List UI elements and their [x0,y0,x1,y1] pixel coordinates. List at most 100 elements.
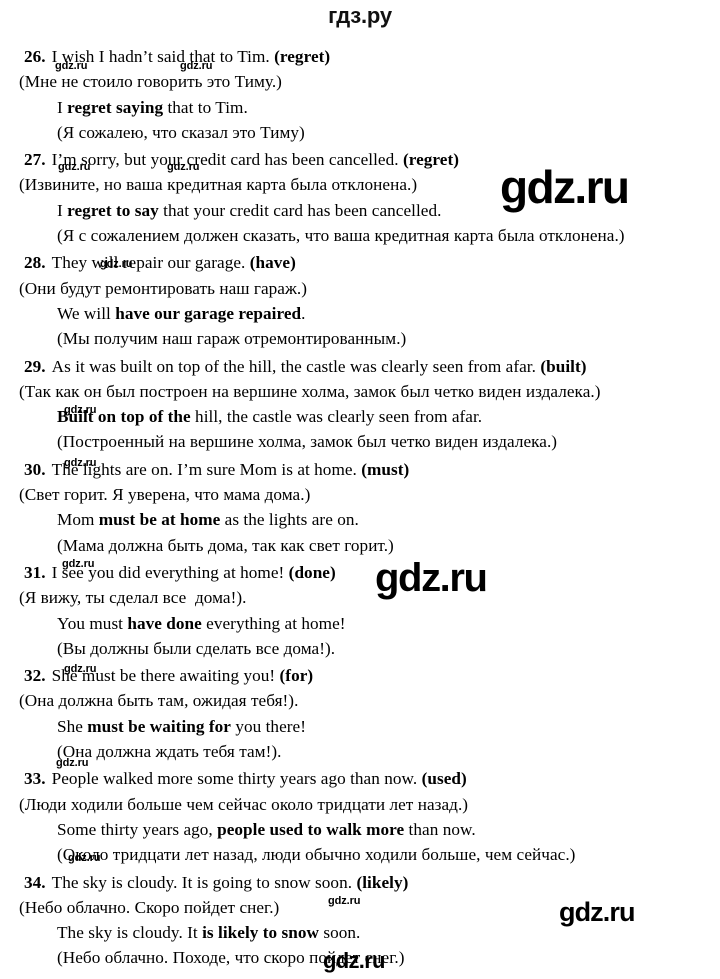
exercise-prompt-text: I’m sorry, but your credit card has been… [51,150,399,170]
answer-text: that your credit card has been cancelled… [158,200,442,220]
answer-text: We will [57,303,116,323]
answer-key-phrase: regret to say [67,200,159,220]
exercise-item: 26. I wish I hadn’t said that to Tim. (re… [0,44,720,145]
answer-key-phrase: Built on top of the [57,407,191,427]
exercise-cue-word: (must) [361,459,410,479]
exercise-answer-translation: (Построенный на вершине холма, замок был… [57,432,558,452]
exercise-answer-translation: (Вы должны были сделать все дома!). [57,638,336,658]
exercise-item: 30. The lights are on. I’m sure Mom is at… [0,457,720,558]
exercise-source-translation: (Свет горит. Я уверена, что мама дома.) [19,485,311,505]
answer-text: hill, the castle was clearly seen from a… [190,407,483,427]
exercise-number: 31. [24,562,46,582]
exercise-item: 29. As it was built on top of the hill, t… [0,354,720,455]
exercise-number: 26. [24,47,46,66]
exercise-number: 28. [24,253,46,273]
answer-key-phrase: must be waiting for [87,716,231,736]
exercise-answer-translation: (Она должна ждать тебя там!). [57,742,282,762]
exercise-prompt-text: The sky is cloudy. It is going to snow s… [51,872,353,892]
exercise-prompt-line: 28. They will repair our garage. (have) [0,250,720,275]
exercise-answer-line: I regret saying that to Tim. [0,95,720,120]
exercise-cue-word: (for) [279,666,314,686]
exercise-prompt-line: 29. As it was built on top of the hill, t… [0,354,720,379]
exercise-item: 32. She must be there awaiting you! (for)… [0,663,720,764]
exercise-source-translation: (Извините, но ваша кредитная карта была … [19,175,418,195]
exercise-answer-translation: (Мы получим наш гараж отремонтированным.… [57,329,407,349]
exercise-source-translation: (Люди ходили больше чем сейчас около три… [19,794,469,814]
exercise-source-translation: (Они будут ремонтировать наш гараж.) [19,278,308,298]
exercise-cue-word: (likely) [356,872,409,892]
exercise-number: 32. [24,666,46,686]
answer-text: soon. [319,923,361,943]
exercise-prompt-line: 33. People walked more some thirty years … [0,766,720,791]
site-logo: гдз.ру [328,3,392,28]
exercise-item: 27. I’m sorry, but your credit card has b… [0,147,720,248]
exercise-answer-line: She must be waiting for you there! [0,714,720,739]
exercise-prompt-line: 30. The lights are on. I’m sure Mom is at… [0,457,720,482]
exercise-source-translation: (Я вижу, ты сделал все дома!). [19,588,247,608]
exercise-prompt-text: People walked more some thirty years ago… [51,769,418,789]
exercise-source-translation: (Она должна быть там, ожидая тебя!). [19,691,299,711]
exercise-prompt-text: The lights are on. I’m sure Mom is at ho… [51,459,357,479]
exercise-source-translation: (Небо облачно. Скоро пойдет снег.) [19,897,280,917]
exercise-answer-line: I regret to say that your credit card ha… [0,198,720,223]
exercise-answer-translation: (Я с сожалением должен сказать, что ваша… [57,226,625,246]
exercise-answer-line: You must have done everything at home! [0,611,720,636]
exercise-list: 26. I wish I hadn’t said that to Tim. (re… [0,44,720,973]
answer-text: I [57,200,68,220]
answer-key-phrase: have our garage repaired [115,303,302,323]
exercise-answer-translation: (Около тридцати лет назад, люди обычно х… [57,845,576,865]
site-header: гдз.ру [0,0,720,32]
exercise-item: 34. The sky is cloudy. It is going to sno… [0,870,720,971]
exercise-answer-line: Some thirty years ago, people used to wa… [0,817,720,842]
exercise-number: 27. [24,150,46,170]
answer-text: I [57,97,68,117]
exercise-prompt-text: They will repair our garage. [51,253,246,273]
exercise-cue-word: (used) [421,769,467,789]
answer-text: than now. [404,819,476,839]
exercise-answer-line: The sky is cloudy. It is likely to snow … [0,920,720,945]
exercise-prompt-text: She must be there awaiting you! [51,666,276,686]
exercise-source-translation: (Мне не стоило говорить это Тиму.) [19,72,282,92]
exercise-cue-word: (done) [288,562,336,582]
exercise-prompt-text: As it was built on top of the hill, the … [51,356,536,376]
exercise-answer-translation: (Мама должна быть дома, так как свет гор… [57,535,394,555]
exercise-answer-line: We will have our garage repaired. [0,301,720,326]
answer-key-phrase: is likely to snow [202,923,319,943]
exercise-cue-word: (have) [249,253,296,273]
answer-text: She [57,716,88,736]
exercise-source-translation: (Так как он был построен на вершине холм… [19,381,601,401]
answer-text: you there! [230,716,306,736]
exercise-answer-translation: (Небо облачно. Походе, что скоро пойдет … [57,948,405,968]
exercise-item: 31. I see you did everything at home! (do… [0,560,720,661]
answer-text: The sky is cloudy. It [57,923,203,943]
exercise-cue-word: (built) [540,356,587,376]
answer-key-phrase: regret saying [67,97,164,117]
exercise-answer-translation: (Я сожалею, что сказал это Тиму) [57,122,305,142]
answer-text: as the lights are on. [220,510,359,530]
exercise-answer-line: Mom must be at home as the lights are on… [0,507,720,532]
exercise-prompt-line: 32. She must be there awaiting you! (for) [0,663,720,688]
answer-text: You must [57,613,128,633]
exercise-cue-word: (regret) [402,150,460,170]
exercise-answer-line: Built on top of the hill, the castle was… [0,404,720,429]
answer-text: Mom [57,510,99,530]
exercise-cue-word: (regret) [274,47,331,66]
answer-text: that to Tim. [163,97,248,117]
exercise-prompt-line: 26. I wish I hadn’t said that to Tim. (re… [0,44,720,69]
answer-key-phrase: must be at home [98,510,221,530]
answer-text: Some thirty years ago, [57,819,218,839]
exercise-prompt-line: 31. I see you did everything at home! (do… [0,560,720,585]
exercise-item: 28. They will repair our garage. (have) (О… [0,250,720,351]
exercise-prompt-line: 34. The sky is cloudy. It is going to sno… [0,870,720,895]
exercise-number: 33. [24,769,46,789]
exercise-number: 34. [24,872,46,892]
exercise-item: 33. People walked more some thirty years … [0,766,720,867]
exercise-prompt-text: I wish I hadn’t said that to Tim. [51,47,270,66]
exercise-prompt-text: I see you did everything at home! [51,562,285,582]
exercise-number: 30. [24,459,46,479]
exercise-prompt-line: 27. I’m sorry, but your credit card has b… [0,147,720,172]
answer-text: everything at home! [201,613,346,633]
answer-key-phrase: people used to walk more [217,819,405,839]
exercise-number: 29. [24,356,46,376]
answer-text: . [301,303,306,323]
